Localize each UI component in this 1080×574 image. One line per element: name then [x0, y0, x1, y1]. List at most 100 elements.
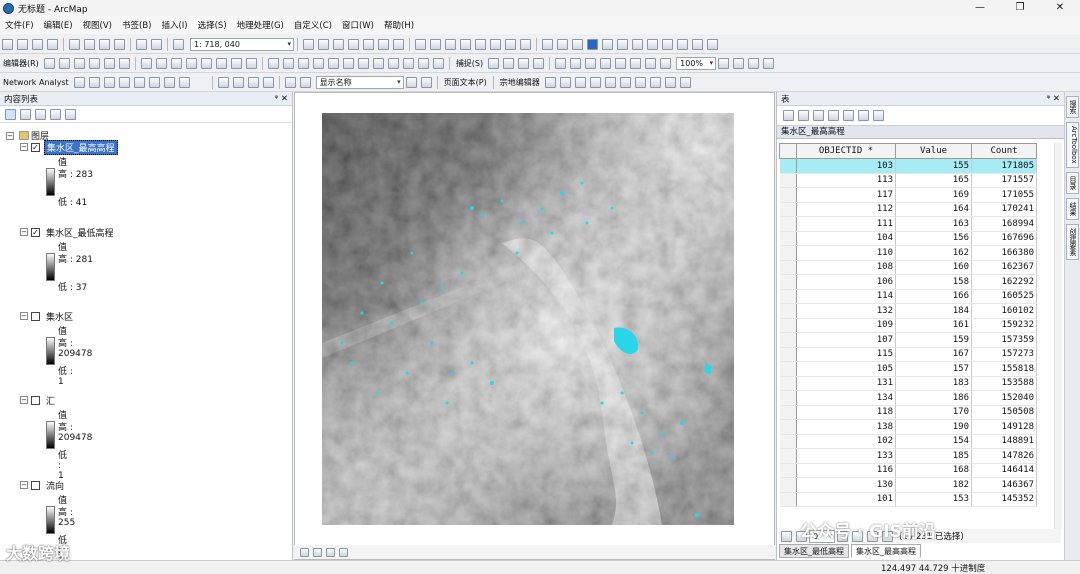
- table-cell[interactable]: 117: [796, 187, 896, 203]
- table-cell[interactable]: 146414: [971, 463, 1037, 478]
- table-cell[interactable]: 167: [895, 347, 972, 362]
- table-cell[interactable]: 169: [895, 187, 972, 203]
- row-selector[interactable]: [779, 216, 797, 232]
- table-row[interactable]: 117 169 171055: [779, 187, 1037, 203]
- network-tool-icon-7[interactable]: [178, 76, 190, 88]
- network-tool-icon-1[interactable]: [88, 76, 100, 88]
- table-cell[interactable]: 170241: [971, 202, 1037, 217]
- layer-item[interactable]: − ✓ 集水区_最低高程 值 高 : 281 低 : 37: [20, 226, 116, 294]
- table-cell[interactable]: 167696: [971, 231, 1037, 246]
- go-to-xy-icon[interactable]: [632, 38, 643, 50]
- maximize-icon[interactable]: ❐: [1000, 0, 1040, 16]
- find-icon[interactable]: [602, 38, 613, 50]
- close-icon[interactable]: ✕: [1040, 0, 1080, 16]
- layer-item[interactable]: − ✓ 集水区_最高高程 值 高 : 283 低 : 41: [20, 139, 118, 209]
- table-row[interactable]: 104 156 167696: [779, 231, 1037, 246]
- attributes-icon[interactable]: [215, 57, 227, 69]
- table-options-icon[interactable]: [783, 110, 794, 121]
- open-folder-icon[interactable]: [17, 38, 28, 50]
- table-cell[interactable]: 157359: [971, 332, 1037, 348]
- table-cell[interactable]: 171557: [971, 173, 1037, 188]
- table-cell[interactable]: 157: [895, 361, 972, 377]
- layer-visibility-checkbox[interactable]: [31, 480, 40, 490]
- row-selector[interactable]: [779, 231, 797, 246]
- row-selector[interactable]: [779, 405, 797, 420]
- table-row[interactable]: 138 190 149128: [779, 419, 1037, 435]
- table-cell[interactable]: 185: [895, 448, 972, 464]
- table-cell[interactable]: 182: [895, 477, 972, 493]
- table-cell[interactable]: 101: [796, 492, 896, 507]
- edit-tool-icon[interactable]: [43, 57, 55, 69]
- full-extent-icon[interactable]: [460, 38, 471, 50]
- table-cell[interactable]: 154: [895, 434, 972, 449]
- menu-file[interactable]: 文件(F): [0, 19, 39, 31]
- page-tool-icon-1[interactable]: [217, 76, 229, 88]
- collapse-icon[interactable]: −: [20, 228, 28, 236]
- row-selector[interactable]: [779, 347, 797, 362]
- python-window-icon[interactable]: [378, 38, 389, 50]
- table-cell[interactable]: 108: [796, 260, 896, 275]
- table-row[interactable]: 114 166 160525: [779, 289, 1037, 304]
- layer-visibility-checkbox[interactable]: ✓: [31, 142, 40, 152]
- pan-icon[interactable]: [445, 38, 456, 50]
- arctoolbox-tab[interactable]: ArcToolbox: [1066, 122, 1079, 168]
- table-cell[interactable]: 106: [796, 274, 896, 290]
- related-tables-icon[interactable]: [798, 110, 809, 121]
- fixed-zoom-in-icon[interactable]: [475, 38, 486, 50]
- table-cell[interactable]: 160: [895, 260, 972, 275]
- table-row[interactable]: 118 170 150508: [779, 405, 1037, 420]
- split-icon[interactable]: [185, 57, 197, 69]
- rotate-icon[interactable]: [200, 57, 212, 69]
- point-snapping-icon[interactable]: [488, 57, 500, 69]
- table-cell[interactable]: 160102: [971, 303, 1037, 319]
- layer-item[interactable]: − 集水区 值 高 : 209478 低 : 1: [20, 310, 92, 387]
- collapse-icon[interactable]: −: [20, 143, 28, 151]
- table-cell[interactable]: 155818: [971, 361, 1037, 377]
- next-page-icon[interactable]: [405, 76, 417, 88]
- editor-menu[interactable]: 编辑器(R): [0, 58, 42, 69]
- trace-icon[interactable]: [103, 57, 115, 69]
- table-cell[interactable]: 161: [895, 318, 972, 333]
- table-cell[interactable]: 162: [895, 245, 972, 261]
- endpoint-arc-icon[interactable]: [88, 57, 100, 69]
- table-row[interactable]: 107 159 157359: [779, 332, 1037, 348]
- table-cell[interactable]: 162292: [971, 274, 1037, 290]
- html-popup-icon[interactable]: [677, 38, 688, 50]
- table-cell[interactable]: 104: [796, 231, 896, 246]
- layer-name[interactable]: 集水区_最高高程: [44, 139, 118, 155]
- network-tool-icon-6[interactable]: [163, 76, 175, 88]
- column-header[interactable]: OBJECTID *: [796, 143, 896, 159]
- table-cell[interactable]: 118: [796, 405, 896, 420]
- collapse-icon[interactable]: −: [20, 312, 28, 320]
- table-cell[interactable]: 186: [895, 390, 972, 406]
- menu-insert[interactable]: 插入(I): [156, 19, 192, 31]
- table-row[interactable]: 115 167 157273: [779, 347, 1037, 362]
- table-row[interactable]: 116 168 146414: [779, 463, 1037, 478]
- straight-segment-icon[interactable]: [73, 57, 85, 69]
- table-cell[interactable]: 113: [796, 173, 896, 188]
- table-cell[interactable]: 163: [895, 216, 972, 232]
- layer-item[interactable]: − 流向 值 高 : 255 低 : 1: [20, 479, 75, 566]
- first-record-icon[interactable]: [781, 530, 792, 542]
- results-tab[interactable]: 结果: [1066, 197, 1079, 220]
- collapse-icon[interactable]: −: [20, 481, 28, 489]
- editor-toolbar-icon[interactable]: [303, 38, 314, 50]
- table-cell[interactable]: 152040: [971, 390, 1037, 406]
- table-cell[interactable]: 147826: [971, 448, 1037, 464]
- table-row[interactable]: 132 184 160102: [779, 303, 1037, 319]
- table-cell[interactable]: 107: [796, 332, 896, 348]
- row-selector[interactable]: [779, 173, 797, 188]
- first-page-icon[interactable]: [284, 76, 296, 88]
- pin-close-icons[interactable]: ᵠ ✕: [275, 94, 288, 104]
- layer-name[interactable]: 流向: [44, 479, 66, 492]
- table-cell[interactable]: 132: [796, 303, 896, 319]
- table-cell[interactable]: 130: [796, 477, 896, 493]
- table-row[interactable]: 101 153 145352: [779, 492, 1037, 507]
- page-text-menu[interactable]: 页面文本(P): [441, 77, 490, 88]
- page-tool-icon-3[interactable]: [247, 76, 259, 88]
- row-selector[interactable]: [779, 158, 797, 174]
- edge-snapping-icon[interactable]: [533, 57, 545, 69]
- georef-icon-6[interactable]: [342, 57, 354, 69]
- row-selector[interactable]: [779, 202, 797, 217]
- edit-vertices-icon[interactable]: [140, 57, 152, 69]
